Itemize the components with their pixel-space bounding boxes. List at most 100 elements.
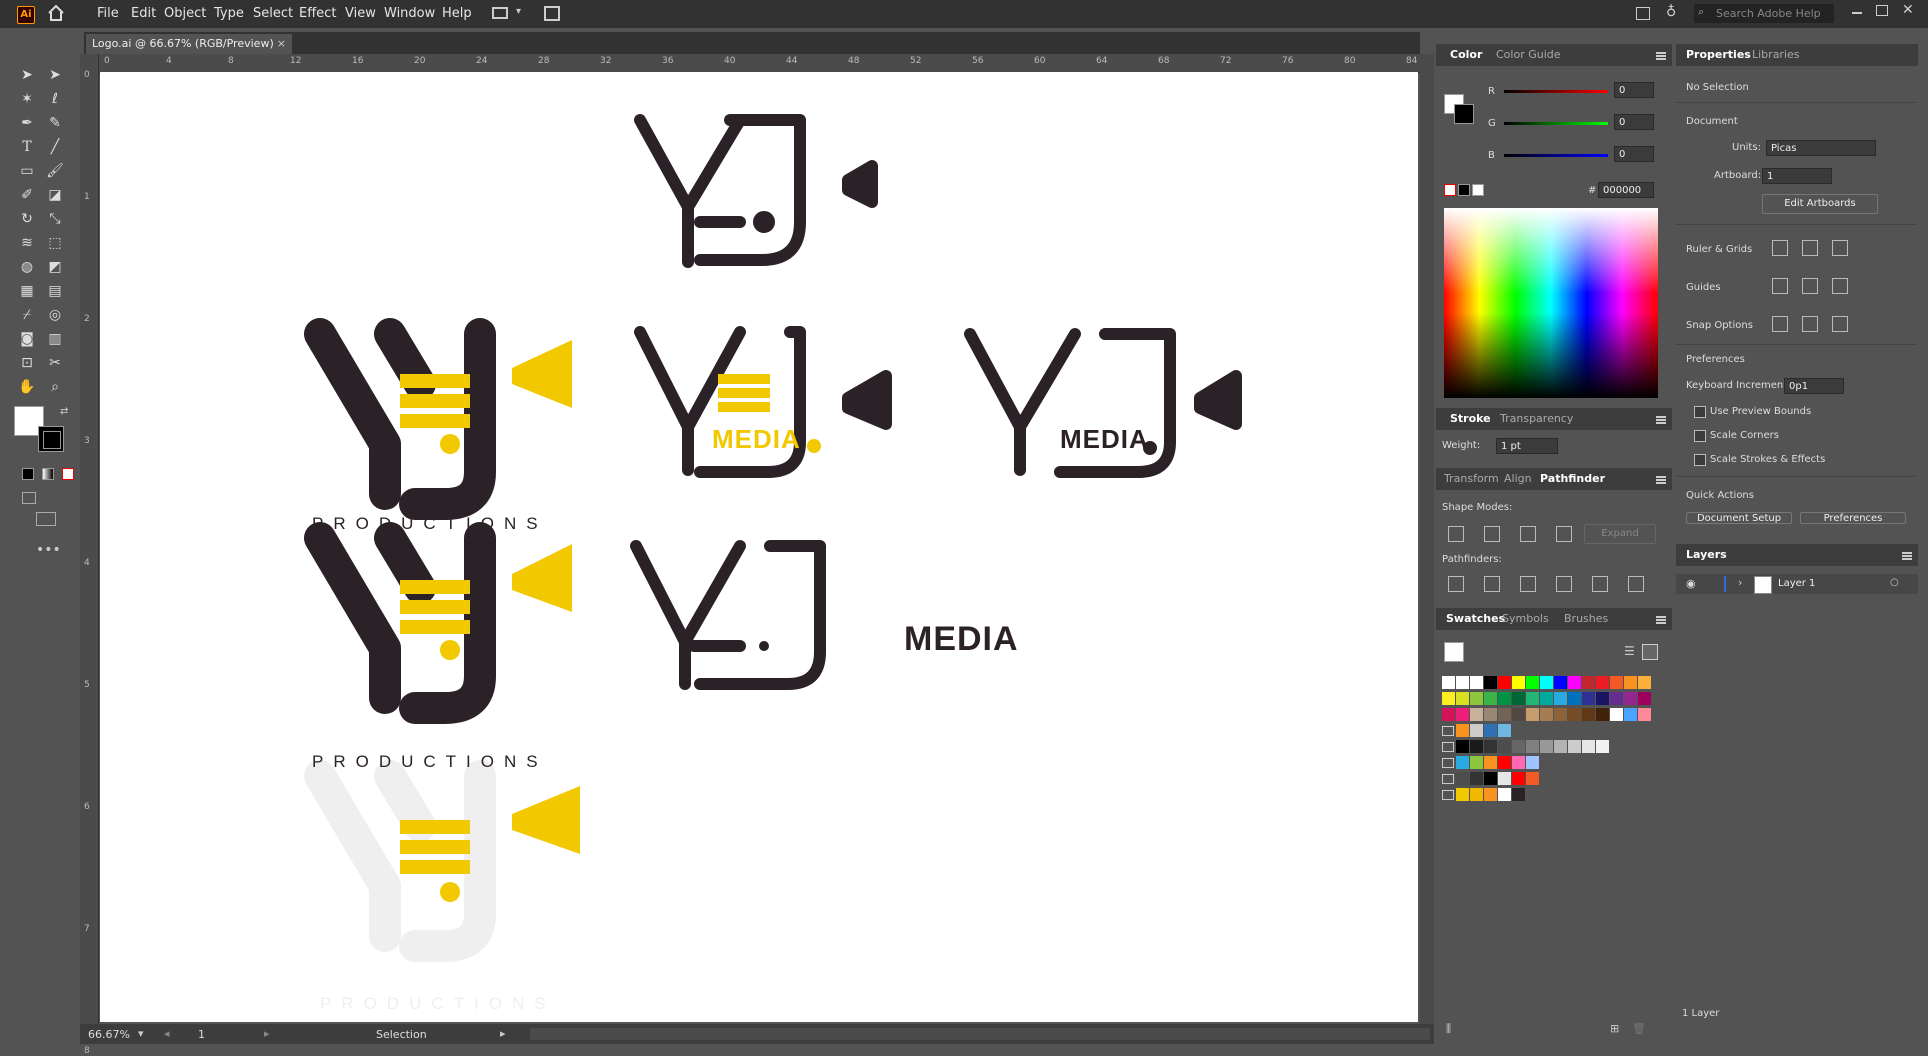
panel-menu-icon[interactable] — [1656, 416, 1666, 424]
color-swatch[interactable] — [1470, 692, 1483, 705]
r-slider[interactable] — [1504, 90, 1608, 93]
layer-name[interactable]: Layer 1 — [1778, 578, 1815, 589]
lightbulb-icon[interactable]: ♁ — [1666, 4, 1676, 20]
color-swatch[interactable] — [1526, 772, 1539, 785]
ruler-icon[interactable] — [1772, 240, 1788, 256]
gradient-mode-icon[interactable] — [42, 468, 54, 480]
color-swatch[interactable] — [1540, 740, 1553, 753]
keyboard-increment-field[interactable]: 0p1 — [1784, 378, 1844, 394]
tab-properties[interactable]: Properties — [1686, 48, 1751, 61]
outline-icon[interactable] — [1592, 576, 1608, 592]
color-swatch[interactable] — [1554, 692, 1567, 705]
eyedropper-tool-icon[interactable]: ⌿ — [16, 304, 38, 326]
color-swatch[interactable] — [1610, 692, 1623, 705]
color-swatch[interactable] — [1498, 724, 1511, 737]
curvature-tool-icon[interactable]: ✎ — [44, 112, 66, 134]
menu-object[interactable]: Object — [164, 6, 206, 21]
color-swatch[interactable] — [1582, 708, 1595, 721]
swatch-group-folder-icon[interactable] — [1442, 774, 1454, 784]
perspective-grid-tool-icon[interactable]: ◩ — [44, 256, 66, 278]
color-swatch[interactable] — [1568, 692, 1581, 705]
shaper-tool-icon[interactable]: ✐ — [16, 184, 38, 206]
width-tool-icon[interactable]: ≋ — [16, 232, 38, 254]
prev-artboard-icon[interactable]: ◂ — [164, 1027, 170, 1040]
color-swatch[interactable] — [1498, 772, 1511, 785]
menu-window[interactable]: Window — [384, 6, 435, 21]
new-swatch-icon[interactable]: ⊞ — [1610, 1022, 1619, 1035]
crop-icon[interactable] — [1556, 576, 1572, 592]
panel-menu-icon[interactable] — [1656, 52, 1666, 60]
color-swatch[interactable] — [1456, 692, 1469, 705]
panel-toggle-icon[interactable] — [1636, 7, 1650, 20]
chevron-down-icon[interactable]: ▾ — [516, 6, 521, 17]
color-swatch[interactable] — [1512, 756, 1525, 769]
color-mode-icon[interactable] — [22, 468, 34, 480]
color-swatch[interactable] — [1596, 676, 1609, 689]
status-menu-icon[interactable]: ▸ — [500, 1027, 506, 1040]
vertical-scrollbar[interactable] — [1420, 54, 1434, 1024]
unite-icon[interactable] — [1448, 526, 1464, 542]
color-swatch[interactable] — [1498, 708, 1511, 721]
tab-color-guide[interactable]: Color Guide — [1496, 48, 1561, 61]
menu-type[interactable]: Type — [214, 6, 244, 21]
tab-transparency[interactable]: Transparency — [1500, 412, 1573, 425]
swatch-group-folder-icon[interactable] — [1442, 742, 1454, 752]
color-swatch[interactable] — [1638, 692, 1651, 705]
rectangle-tool-icon[interactable]: ▭ — [16, 160, 38, 182]
expand-layer-icon[interactable]: › — [1738, 576, 1742, 589]
blend-tool-icon[interactable]: ◎ — [44, 304, 66, 326]
swatch-group-folder-icon[interactable] — [1442, 726, 1454, 736]
pen-tool-icon[interactable]: ✒ — [16, 112, 38, 134]
color-swatch[interactable] — [1554, 740, 1567, 753]
b-slider[interactable] — [1504, 154, 1608, 157]
tab-stroke[interactable]: Stroke — [1450, 412, 1491, 425]
swap-fill-stroke-icon[interactable]: ⇄ — [60, 406, 68, 417]
stroke-color-icon[interactable] — [38, 426, 64, 452]
color-swatch[interactable] — [1456, 676, 1469, 689]
use-preview-bounds-checkbox[interactable] — [1694, 406, 1706, 418]
color-swatch[interactable] — [1638, 708, 1651, 721]
color-swatch[interactable] — [1512, 692, 1525, 705]
color-swatch[interactable] — [1526, 756, 1539, 769]
artboard[interactable]: MEDIA MEDIA MEDIA PRODUCTIONS PRODUCTION… — [100, 72, 1418, 1022]
menu-help[interactable]: Help — [442, 6, 472, 21]
color-swatch[interactable] — [1526, 740, 1539, 753]
exclude-icon[interactable] — [1556, 526, 1572, 542]
color-swatch[interactable] — [1512, 788, 1525, 801]
swatch-group-folder-icon[interactable] — [1442, 758, 1454, 768]
type-tool-icon[interactable]: T — [16, 136, 38, 158]
rotate-tool-icon[interactable]: ↻ — [16, 208, 38, 230]
color-swatch[interactable] — [1456, 788, 1469, 801]
color-swatch[interactable] — [1470, 676, 1483, 689]
color-swatch[interactable] — [1498, 756, 1511, 769]
r-value-field[interactable]: 0 — [1614, 82, 1654, 98]
weight-field[interactable]: 1 pt — [1496, 438, 1558, 454]
more-tools-icon[interactable]: ••• — [36, 542, 61, 558]
tab-pathfinder[interactable]: Pathfinder — [1540, 472, 1605, 485]
snap-to-grid-icon[interactable] — [1802, 316, 1818, 332]
gradient-tool-icon[interactable]: ▤ — [44, 280, 66, 302]
color-swatch[interactable] — [1568, 708, 1581, 721]
color-swatch[interactable] — [1470, 724, 1483, 737]
color-swatch[interactable] — [1512, 740, 1525, 753]
scale-strokes-checkbox[interactable] — [1694, 454, 1706, 466]
artboard-number[interactable]: 1 — [198, 1028, 205, 1041]
expand-button[interactable]: Expand — [1584, 524, 1656, 544]
draw-mode-icon[interactable] — [22, 492, 36, 504]
slice-tool-icon[interactable]: ✂ — [44, 352, 66, 374]
smart-guides-icon[interactable] — [1832, 278, 1848, 294]
home-icon[interactable] — [47, 4, 65, 22]
color-swatch[interactable] — [1484, 676, 1497, 689]
menu-edit[interactable]: Edit — [131, 6, 156, 21]
color-swatch[interactable] — [1498, 740, 1511, 753]
white-color-icon[interactable] — [1472, 184, 1484, 196]
paintbrush-tool-icon[interactable]: 🖌 — [44, 160, 66, 182]
panel-menu-icon[interactable] — [1656, 476, 1666, 484]
grid-icon[interactable] — [1802, 240, 1818, 256]
minus-back-icon[interactable] — [1628, 576, 1644, 592]
zoom-tool-icon[interactable]: ⌕ — [44, 376, 66, 398]
g-value-field[interactable]: 0 — [1614, 114, 1654, 130]
menu-select[interactable]: Select — [253, 6, 293, 21]
color-swatch[interactable] — [1582, 740, 1595, 753]
direct-selection-tool-icon[interactable]: ➤ — [44, 64, 66, 86]
